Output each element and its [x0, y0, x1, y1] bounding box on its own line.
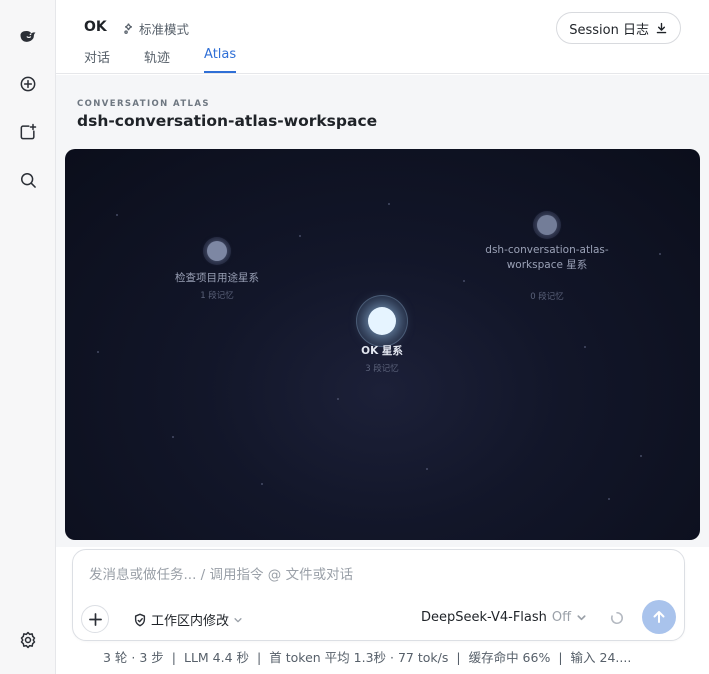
- tab-chat[interactable]: 对话: [84, 47, 110, 73]
- galaxy-node-count: 1 段记忆: [200, 291, 234, 301]
- galaxy-node-label: OK 星系: [361, 345, 403, 357]
- galaxy-node-ok[interactable]: [368, 307, 396, 335]
- star: [97, 351, 99, 353]
- whale-logo-icon[interactable]: [14, 22, 42, 50]
- star: [659, 253, 661, 255]
- status-turns: 3 轮 · 3 步: [103, 650, 164, 665]
- chevron-down-icon: [234, 617, 242, 622]
- status-separator: |: [456, 650, 461, 665]
- galaxy-node-count: 0 段记忆: [530, 292, 564, 302]
- star: [337, 398, 339, 400]
- arrow-up-icon: [653, 611, 665, 623]
- status-separator: |: [171, 650, 176, 665]
- session-log-label: Session 日志: [569, 22, 649, 38]
- status-cache-hit: 缓存命中 66%: [468, 650, 551, 665]
- scope-label: 工作区内修改: [151, 614, 230, 629]
- status-llm-time: LLM 4.4 秒: [184, 650, 250, 665]
- left-rail: [0, 0, 56, 674]
- status-separator: |: [558, 650, 563, 665]
- search-icon[interactable]: [14, 166, 42, 194]
- send-button[interactable]: [642, 600, 676, 634]
- star: [426, 468, 428, 470]
- message-input[interactable]: [89, 567, 649, 583]
- status-separator: |: [257, 650, 262, 665]
- chevron-down-icon: [577, 615, 586, 621]
- star: [299, 235, 301, 237]
- galaxy-node-project-purpose[interactable]: [207, 241, 227, 261]
- download-icon: [656, 22, 667, 33]
- plus-icon: [88, 612, 102, 626]
- new-task-icon[interactable]: [14, 118, 42, 146]
- star: [640, 455, 642, 457]
- tab-trace[interactable]: 轨迹: [144, 47, 170, 73]
- galaxy-node-count: 3 段记忆: [365, 364, 399, 374]
- settings-icon[interactable]: [14, 626, 42, 654]
- scope-selector[interactable]: 工作区内修改: [133, 610, 243, 629]
- star: [584, 346, 586, 348]
- atlas-canvas[interactable]: 检查项目用途星系 1 段记忆 OK 星系 3 段记忆 dsh-conversat…: [65, 149, 700, 540]
- star: [608, 498, 610, 500]
- model-name: DeepSeek-V4-Flash: [421, 610, 547, 625]
- star: [388, 203, 390, 205]
- header: OK 标准模式 对话 轨迹 Atlas Session 日志: [56, 0, 709, 74]
- model-toggle-state: Off: [551, 610, 572, 625]
- sparkle-icon: [124, 23, 132, 34]
- model-selector[interactable]: DeepSeek-V4-Flash Off: [421, 610, 587, 625]
- galaxy-node-workspace[interactable]: [537, 215, 557, 235]
- star: [463, 280, 465, 282]
- mode-label: 标准模式: [139, 22, 190, 37]
- galaxy-node-label: 检查项目用途星系: [175, 272, 259, 284]
- mode-indicator[interactable]: 标准模式: [122, 19, 189, 38]
- section-eyebrow: CONVERSATION ATLAS: [77, 99, 210, 109]
- tab-atlas[interactable]: Atlas: [204, 47, 237, 73]
- star: [116, 214, 118, 216]
- galaxy-node-label: dsh-conversation-atlas-workspace 星系: [485, 244, 609, 271]
- status-bar: 3 轮 · 3 步 | LLM 4.4 秒 | 首 token 平均 1.3秒 · 77…: [103, 647, 655, 666]
- star: [261, 483, 263, 485]
- star: [172, 436, 174, 438]
- loading-spinner-icon: [610, 610, 624, 624]
- status-input: 输入 24....: [570, 650, 632, 665]
- session-log-button[interactable]: Session 日志: [556, 12, 681, 44]
- new-chat-icon[interactable]: [14, 70, 42, 98]
- main-panel: CONVERSATION ATLAS dsh-conversation-atla…: [56, 75, 709, 547]
- attach-button[interactable]: [81, 605, 109, 633]
- tab-bar: 对话 轨迹 Atlas: [84, 47, 237, 73]
- shield-edit-icon: [134, 613, 146, 626]
- page-title: OK: [84, 19, 107, 35]
- composer: 工作区内修改 DeepSeek-V4-Flash Off: [72, 549, 685, 641]
- status-first-token: 首 token 平均 1.3秒 · 77 tok/s: [269, 650, 449, 665]
- workspace-name: dsh-conversation-atlas-workspace: [77, 112, 378, 130]
